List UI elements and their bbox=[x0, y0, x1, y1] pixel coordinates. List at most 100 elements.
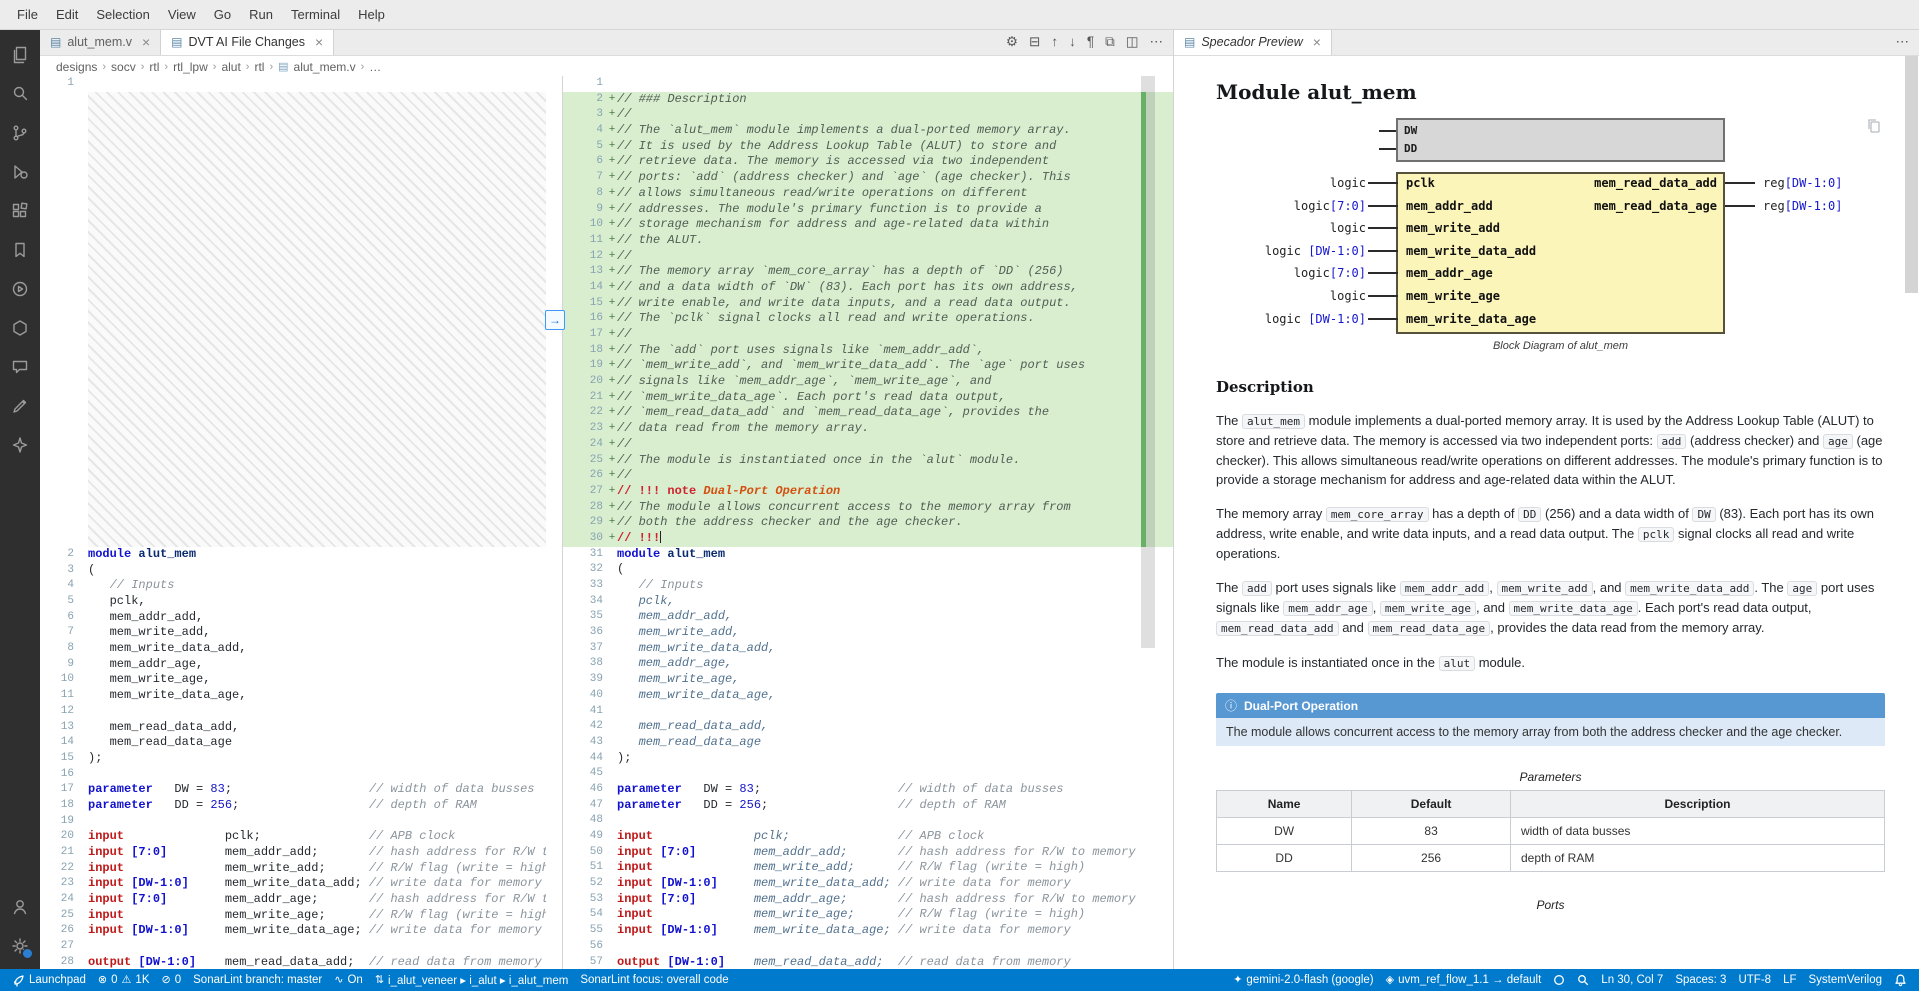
code-line[interactable]: 34 pclk, bbox=[563, 594, 1173, 610]
code-line[interactable]: 14 mem_read_data_age bbox=[40, 735, 562, 751]
code-line[interactable]: 26+// bbox=[563, 468, 1173, 484]
edit-session-icon[interactable] bbox=[0, 386, 40, 425]
code-line[interactable]: 18+// The `add` port uses signals like `… bbox=[563, 343, 1173, 359]
code-line[interactable]: 39 mem_write_age, bbox=[563, 672, 1173, 688]
accounts-icon[interactable] bbox=[0, 887, 40, 926]
code-line[interactable]: 22+// `mem_read_data_add` and `mem_read_… bbox=[563, 405, 1173, 421]
code-line[interactable]: 10+// storage mechanism for address and … bbox=[563, 217, 1173, 233]
code-line[interactable]: 27 bbox=[40, 939, 562, 955]
code-line[interactable]: 53input [7:0] mem_addr_age; // hash addr… bbox=[563, 892, 1173, 908]
menu-run[interactable]: Run bbox=[240, 0, 282, 29]
whitespace-icon[interactable]: ¶ bbox=[1087, 35, 1094, 49]
code-line[interactable]: 37 mem_write_data_add, bbox=[563, 641, 1173, 657]
code-line[interactable]: 18parameter DD = 256; // depth of RAM bbox=[40, 798, 562, 814]
language-status[interactable]: SystemVerilog bbox=[1802, 969, 1888, 991]
code-line[interactable]: 17parameter DW = 83; // width of data bu… bbox=[40, 782, 562, 798]
source-control-icon[interactable] bbox=[0, 113, 40, 152]
tab-dvt-ai-file-changes[interactable]: ▤ DVT AI File Changes × bbox=[161, 29, 334, 55]
close-icon[interactable]: × bbox=[1313, 35, 1321, 49]
code-line[interactable]: 51input mem_write_add; // R/W flag (writ… bbox=[563, 860, 1173, 876]
breadcrumb-item[interactable]: socv bbox=[111, 60, 136, 74]
code-line[interactable]: 23input [DW-1:0] mem_write_data_add; // … bbox=[40, 876, 562, 892]
code-line[interactable]: 56 bbox=[563, 939, 1173, 955]
code-line[interactable]: 1 bbox=[563, 76, 1173, 92]
code-line[interactable]: 45 bbox=[563, 766, 1173, 782]
code-line[interactable]: 35 mem_addr_add, bbox=[563, 609, 1173, 625]
code-line[interactable]: 20input pclk; // APB clock bbox=[40, 829, 562, 845]
code-line[interactable]: 14+// and a data width of `DW` (83). Eac… bbox=[563, 280, 1173, 296]
code-line[interactable]: 16+// The `pclk` signal clocks all read … bbox=[563, 311, 1173, 327]
code-line[interactable]: 1 bbox=[40, 76, 562, 92]
code-line[interactable]: 44); bbox=[563, 751, 1173, 767]
code-line[interactable]: 12+// bbox=[563, 249, 1173, 265]
code-line[interactable]: 55input [DW-1:0] mem_write_data_age; // … bbox=[563, 923, 1173, 939]
zoom-status[interactable] bbox=[1571, 969, 1595, 991]
extensions-icon[interactable] bbox=[0, 191, 40, 230]
code-line[interactable]: 8+// allows simultaneous read/write oper… bbox=[563, 186, 1173, 202]
code-line[interactable]: 2module alut_mem bbox=[40, 547, 562, 563]
sonarlint-branch-status[interactable]: SonarLint branch: master bbox=[187, 969, 328, 991]
close-icon[interactable]: × bbox=[142, 35, 150, 49]
menu-terminal[interactable]: Terminal bbox=[282, 0, 349, 29]
next-change-icon[interactable]: ↓ bbox=[1069, 35, 1076, 49]
code-line[interactable]: 42 mem_read_data_add, bbox=[563, 719, 1173, 735]
diff-settings-icon[interactable]: ⚙ bbox=[1006, 35, 1018, 49]
breadcrumb-item[interactable]: alut bbox=[221, 60, 240, 74]
code-line[interactable]: 13+// The memory array `mem_core_array` … bbox=[563, 264, 1173, 280]
cursor-position-status[interactable]: Ln 30, Col 7 bbox=[1595, 969, 1669, 991]
code-line[interactable]: 50input [7:0] mem_addr_add; // hash addr… bbox=[563, 845, 1173, 861]
tab-specador-preview[interactable]: ▤ Specador Preview × bbox=[1174, 29, 1332, 55]
launchpad-status[interactable]: Launchpad bbox=[6, 969, 92, 991]
code-line[interactable]: 48 bbox=[563, 813, 1173, 829]
code-line[interactable]: 9+// addresses. The module's primary fun… bbox=[563, 202, 1173, 218]
eol-status[interactable]: LF bbox=[1777, 969, 1802, 991]
problems-status[interactable]: ⊗ 0 ⚠ 1K bbox=[92, 969, 156, 991]
code-line[interactable]: 21input [7:0] mem_addr_add; // hash addr… bbox=[40, 845, 562, 861]
code-line[interactable]: 7+// ports: `add` (address checker) and … bbox=[563, 170, 1173, 186]
diff-revert-arrow[interactable]: → bbox=[545, 310, 565, 330]
diff-modified-editor[interactable]: 12+// ### Description3+//4+// The `alut_… bbox=[563, 76, 1173, 969]
code-line[interactable]: 21+// `mem_write_data_age`. Each port's … bbox=[563, 390, 1173, 406]
menu-edit[interactable]: Edit bbox=[47, 0, 87, 29]
code-line[interactable]: 6 mem_addr_add, bbox=[40, 610, 562, 626]
code-line[interactable]: 4 // Inputs bbox=[40, 578, 562, 594]
code-line[interactable]: 4+// The `alut_mem` module implements a … bbox=[563, 123, 1173, 139]
code-line[interactable]: 23+// data read from the memory array. bbox=[563, 421, 1173, 437]
code-line[interactable]: 33 // Inputs bbox=[563, 578, 1173, 594]
code-line[interactable]: 17+// bbox=[563, 327, 1173, 343]
code-line[interactable]: 22input mem_write_add; // R/W flag (writ… bbox=[40, 861, 562, 877]
design-hierarchy-status[interactable]: ⇅ i_alut_veneer ▸ i_alut ▸ i_alut_mem bbox=[369, 969, 575, 991]
code-line[interactable]: 15); bbox=[40, 751, 562, 767]
open-preview-icon[interactable]: ⧉ bbox=[1105, 35, 1115, 49]
more-actions-icon[interactable]: ⋯ bbox=[1150, 35, 1164, 49]
code-line[interactable]: 3( bbox=[40, 563, 562, 579]
chat-icon[interactable] bbox=[0, 347, 40, 386]
code-line[interactable]: 24input [7:0] mem_addr_age; // hash addr… bbox=[40, 892, 562, 908]
code-line[interactable]: 54input mem_write_age; // R/W flag (writ… bbox=[563, 907, 1173, 923]
breadcrumb-item[interactable]: rtl bbox=[149, 60, 159, 74]
indentation-status[interactable]: Spaces: 3 bbox=[1669, 969, 1732, 991]
code-line[interactable]: 19+// `mem_write_add`, and `mem_write_da… bbox=[563, 358, 1173, 374]
diff-original-editor[interactable]: 12module alut_mem3(4 // Inputs5 pclk,6 m… bbox=[40, 76, 562, 969]
settings-gear-icon[interactable] bbox=[0, 926, 40, 965]
code-line[interactable]: 31module alut_mem bbox=[563, 547, 1173, 563]
toggle-status[interactable]: ∿ On bbox=[328, 969, 369, 991]
code-line[interactable]: 38 mem_addr_age, bbox=[563, 656, 1173, 672]
code-line[interactable]: 36 mem_write_add, bbox=[563, 625, 1173, 641]
excluded-status[interactable]: ⊘ 0 bbox=[156, 969, 188, 991]
code-line[interactable]: 25+// The module is instantiated once in… bbox=[563, 453, 1173, 469]
code-line[interactable]: 57output [DW-1:0] mem_read_data_add; // … bbox=[563, 955, 1173, 970]
code-line[interactable]: 24+// bbox=[563, 437, 1173, 453]
sonarlint-focus-status[interactable]: SonarLint focus: overall code bbox=[574, 969, 734, 991]
code-line[interactable]: 47parameter DD = 256; // depth of RAM bbox=[563, 798, 1173, 814]
menu-view[interactable]: View bbox=[159, 0, 205, 29]
menu-help[interactable]: Help bbox=[349, 0, 394, 29]
code-line[interactable]: 52input [DW-1:0] mem_write_data_add; // … bbox=[563, 876, 1173, 892]
notifications-status[interactable] bbox=[1888, 969, 1913, 991]
code-line[interactable]: 29+// both the address checker and the a… bbox=[563, 515, 1173, 531]
code-line[interactable]: 8 mem_write_data_add, bbox=[40, 641, 562, 657]
encoding-status[interactable]: UTF-8 bbox=[1732, 969, 1777, 991]
code-line[interactable]: 19 bbox=[40, 814, 562, 830]
menu-file[interactable]: File bbox=[8, 0, 47, 29]
tab-alut-mem-v[interactable]: ▤ alut_mem.v × bbox=[40, 29, 161, 55]
